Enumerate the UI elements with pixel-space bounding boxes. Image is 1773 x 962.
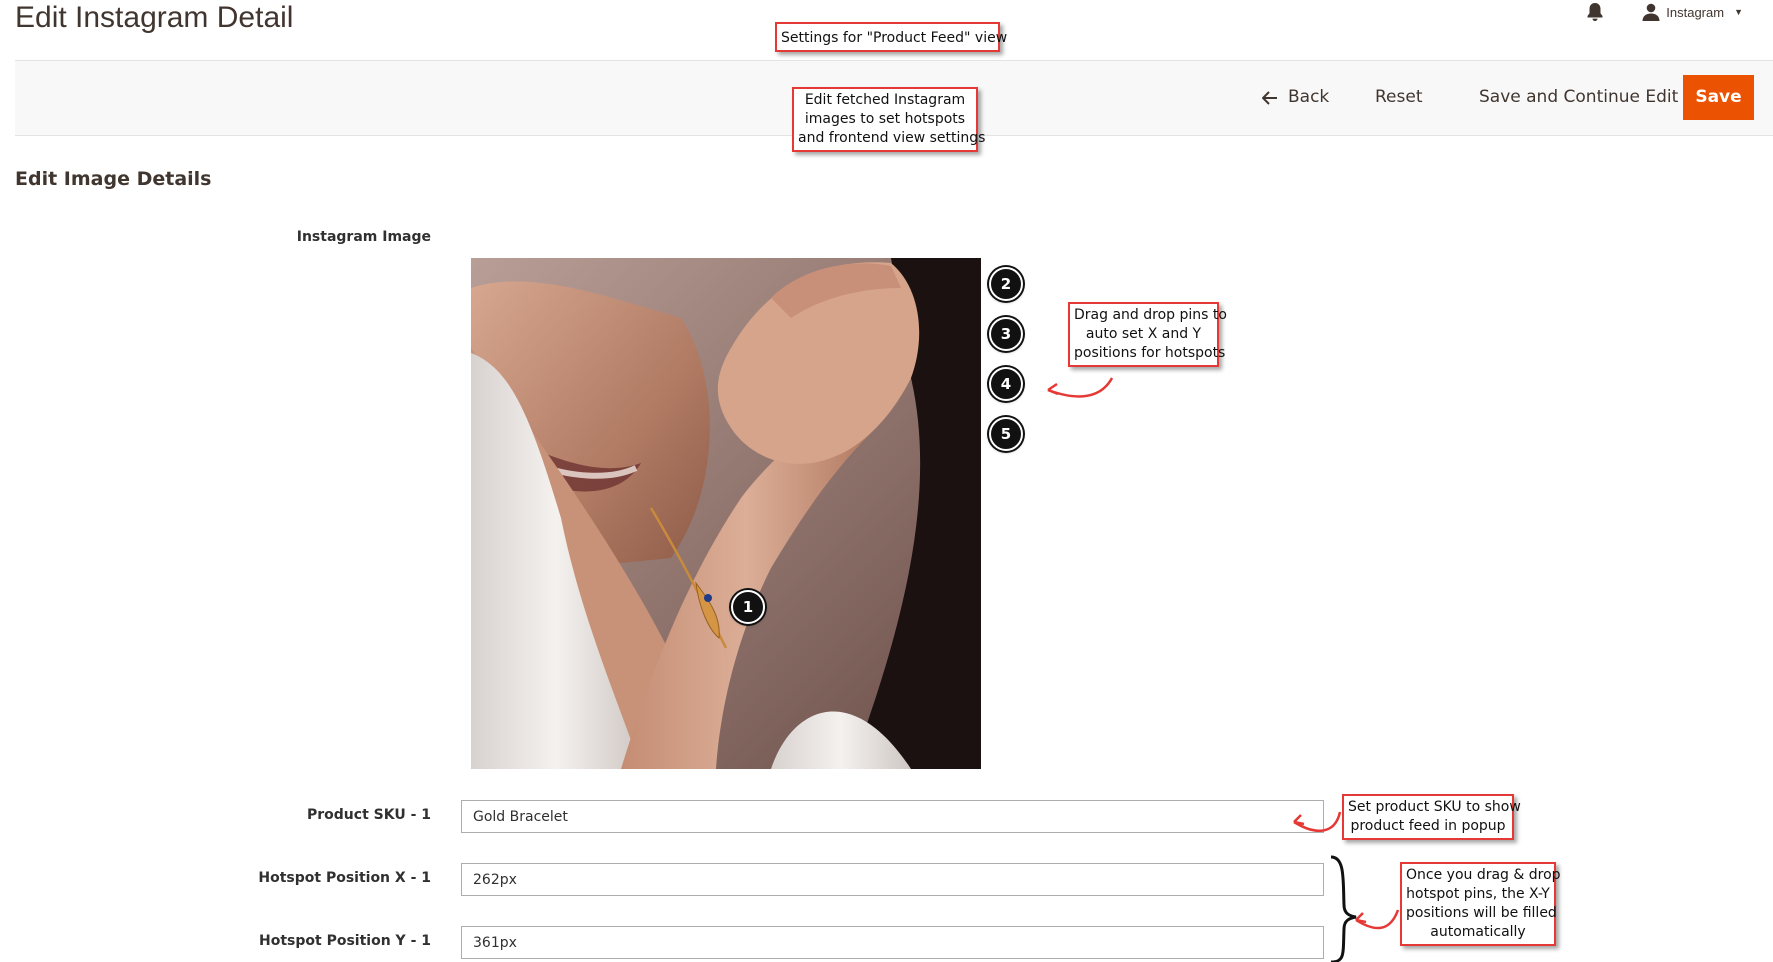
callout-auto-fill: Once you drag & drop hotspot pins, the X… bbox=[1400, 862, 1561, 946]
arrow-to-pins-head bbox=[1047, 382, 1059, 396]
product-sku-label: Product SKU - 1 bbox=[307, 807, 431, 823]
callout-line: automatically bbox=[1430, 924, 1526, 940]
hotspot-pin-4[interactable]: 4 bbox=[989, 367, 1023, 401]
arrow-to-pins bbox=[1047, 377, 1114, 398]
save-button[interactable]: Save bbox=[1683, 75, 1754, 120]
save-and-continue-button[interactable]: Save and Continue Edit bbox=[1475, 75, 1682, 120]
hotspot-position-x-input[interactable] bbox=[461, 863, 1324, 896]
hotspot-position-y-input[interactable] bbox=[461, 926, 1324, 959]
hotspot-position-x-label: Hotspot Position X - 1 bbox=[258, 870, 431, 886]
arrow-left-icon bbox=[1262, 90, 1277, 105]
back-button-label: Back bbox=[1288, 87, 1330, 107]
arrow-to-brace bbox=[1355, 909, 1400, 930]
instagram-image[interactable] bbox=[471, 258, 981, 769]
callout-line: Edit fetched Instagram bbox=[804, 92, 966, 108]
callout-product-feed: Settings for "Product Feed" view bbox=[775, 22, 1008, 52]
callout-line: images to set hotspots bbox=[804, 111, 966, 127]
section-title: Edit Image Details bbox=[15, 168, 212, 190]
admin-header-actions: Instagram ▼ bbox=[1586, 2, 1743, 22]
callout-line: product feed in popup bbox=[1350, 818, 1506, 834]
user-icon bbox=[1642, 3, 1660, 21]
admin-user-name: Instagram bbox=[1666, 4, 1725, 20]
page-title: Edit Instagram Detail bbox=[15, 1, 294, 34]
callout-line: Set product SKU to show bbox=[1348, 799, 1521, 815]
callout-line: hotspot pins, the X-Y bbox=[1406, 886, 1550, 902]
callout-line: Drag and drop pins to bbox=[1074, 307, 1227, 323]
callout-line: Once you drag & drop bbox=[1406, 867, 1561, 883]
hotspot-pin-1[interactable]: 1 bbox=[731, 590, 765, 624]
chevron-down-icon: ▼ bbox=[1734, 7, 1743, 17]
arrow-to-brace-head bbox=[1355, 912, 1367, 924]
admin-user-menu[interactable]: Instagram ▼ bbox=[1642, 3, 1743, 21]
hotspot-pin-2[interactable]: 2 bbox=[989, 267, 1023, 301]
brace-positions bbox=[1330, 855, 1357, 962]
callout-line: positions will be filled bbox=[1406, 905, 1557, 921]
callout-line: positions for hotspots bbox=[1074, 345, 1226, 361]
notification-bell-icon[interactable] bbox=[1586, 2, 1604, 22]
back-button[interactable]: Back bbox=[1258, 75, 1333, 120]
callout-line: and frontend view settings bbox=[798, 130, 986, 146]
product-sku-input[interactable] bbox=[461, 800, 1324, 833]
instagram-image-label: Instagram Image bbox=[296, 229, 431, 245]
callout-edit-images: Edit fetched Instagram images to set hot… bbox=[792, 87, 986, 152]
hotspot-pin-3[interactable]: 3 bbox=[989, 317, 1023, 351]
hotspot-pin-5[interactable]: 5 bbox=[989, 417, 1023, 451]
callout-line: auto set X and Y bbox=[1085, 326, 1202, 342]
reset-button[interactable]: Reset bbox=[1371, 75, 1427, 120]
callout-text: Settings for "Product Feed" view bbox=[781, 30, 1008, 46]
hotspot-position-y-label: Hotspot Position Y - 1 bbox=[259, 933, 431, 949]
callout-set-sku: Set product SKU to show product feed in … bbox=[1342, 794, 1521, 840]
callout-drag-drop: Drag and drop pins to auto set X and Y p… bbox=[1068, 302, 1227, 367]
